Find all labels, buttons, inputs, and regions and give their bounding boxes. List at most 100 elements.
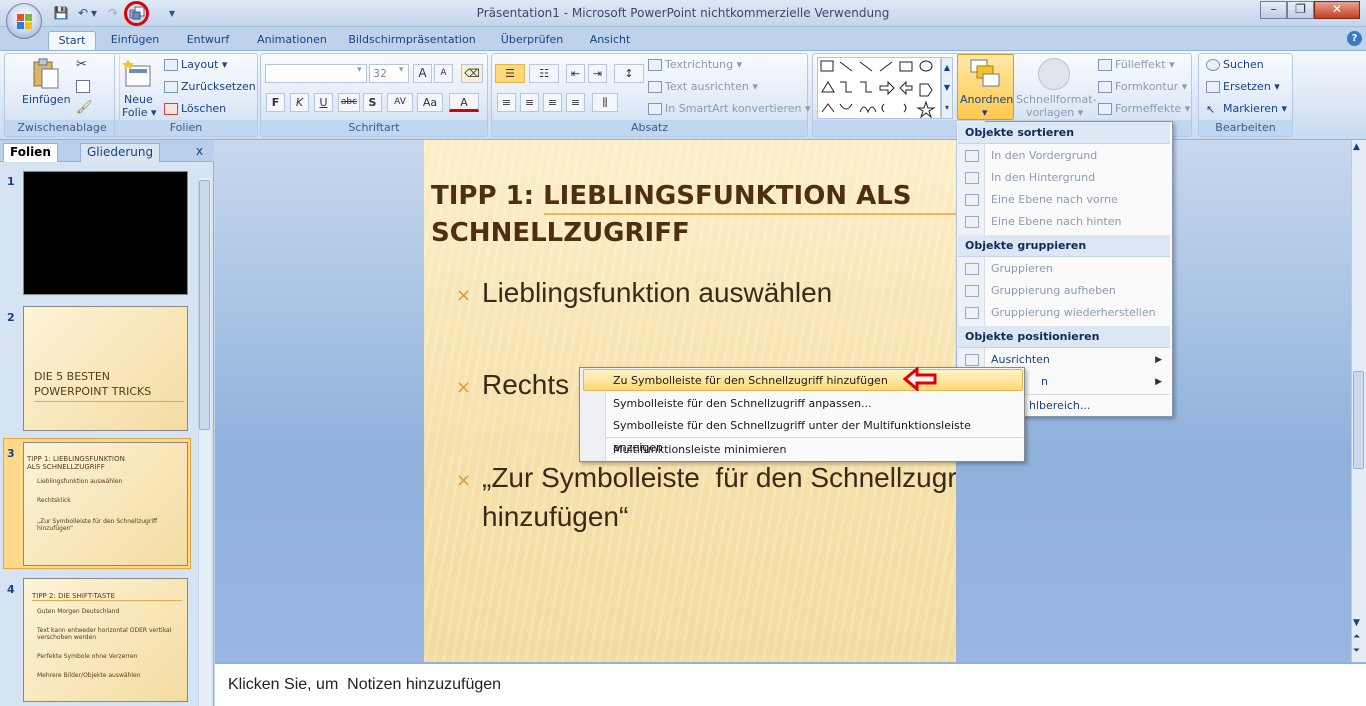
shape-outline-button[interactable]: Formkontur ▾ [1098,80,1187,93]
replace-button[interactable]: Ersetzen ▾ [1206,80,1280,93]
tab-bildschirmpraesentation[interactable]: Bildschirmpräsentation [346,31,478,51]
customize-qat-icon[interactable]: ▾ [166,4,178,22]
slide-bullet-1[interactable]: Lieblingsfunktion auswählen [482,277,832,309]
slide-bullet-2[interactable]: Rechts [482,369,569,401]
tab-outline-pane[interactable]: Gliederung [80,143,161,162]
columns-icon[interactable]: ⫼ [592,93,618,112]
slide-title[interactable]: TIPP 1: LIEBLINGSFUNKTION ALS SCHNELLZUG… [431,178,956,252]
align-right-icon[interactable]: ≡ [543,93,562,112]
shape-outline-label: Formkontur ▾ [1115,80,1188,93]
quick-styles-label[interactable]: Schnellformat- [1016,93,1097,106]
format-painter-icon[interactable]: 🖌 [76,100,93,115]
slide-scroll-thumb[interactable] [1353,371,1364,469]
align-text-button[interactable]: Text ausrichten ▾ [648,80,758,93]
menu-header-group: Objekte gruppieren [958,235,1170,257]
shape-effects-button[interactable]: Formeffekte ▾ [1098,102,1190,115]
menu-item-bring-to-front[interactable]: In den Vordergrund [958,145,1170,167]
office-button[interactable] [6,3,42,39]
submenu-arrow-icon: ▶ [1155,355,1162,365]
slide-thumbnail-2[interactable]: DIE 5 BESTEN POWERPOINT TRICKS [23,306,188,431]
grow-font-button[interactable]: A [413,64,432,83]
previous-slide-icon[interactable]: ⏶ [1353,632,1360,642]
new-slide-button[interactable]: Neue [124,93,153,106]
thumbnail-bullet: Rechtsklick [37,497,71,504]
menu-item-send-backward[interactable]: Eine Ebene nach hinten [958,211,1170,233]
paste-button[interactable]: Einfügen [22,93,71,106]
save-icon[interactable]: 💾 [52,4,70,22]
decrease-indent-icon[interactable]: ⇤ [566,64,585,83]
align-center-icon[interactable]: ≡ [520,93,539,112]
menu-item-send-to-back[interactable]: In den Hintergrund [958,167,1170,189]
line-spacing-icon[interactable]: ↕ [614,64,644,83]
tab-entwurf[interactable]: Entwurf [180,31,236,51]
slide-bullet-3[interactable]: „Zur Symbolleiste für den Schnellzugriff [482,462,956,494]
clear-format-icon[interactable]: ⌫ [461,64,483,83]
slide-thumbnail-3[interactable]: TIPP 1: LIEBLINGSFUNKTION ALS SCHNELLZUG… [23,442,188,566]
layout-label: Layout ▾ [181,58,228,71]
scroll-down-icon[interactable]: ▼ [1353,618,1360,628]
numbering-icon[interactable]: ☷ [529,64,559,83]
tab-start[interactable]: Start [48,31,96,51]
pane-close-icon[interactable]: x [196,144,203,158]
delete-slide-button[interactable]: Löschen [164,102,226,115]
menu-item-regroup[interactable]: Gruppierung wiederherstellen [958,302,1170,324]
slide-thumbnail-1[interactable] [23,171,188,295]
tab-slides-pane[interactable]: Folien [3,143,58,162]
italic-button[interactable]: K [290,93,309,112]
menu-item-minimize-ribbon[interactable]: Multifunktionsleiste minimieren [605,439,1023,461]
increase-indent-icon[interactable]: ⇥ [588,64,607,83]
minimize-button[interactable]: – [1260,1,1287,19]
convert-smartart-button[interactable]: In SmartArt konvertieren ▾ [648,102,811,115]
menu-item-customize-qat[interactable]: Symbolleiste für den Schnellzugriff anpa… [605,393,1023,415]
font-name-dropdown-icon[interactable]: ▾ [357,65,362,75]
font-color-button[interactable]: A [449,93,479,112]
change-case-button[interactable]: Aa [417,93,443,112]
font-size-dropdown-icon[interactable]: ▾ [399,65,404,75]
undo-dropdown-icon[interactable]: ▾ [89,4,99,22]
bullets-icon[interactable]: ☰ [495,64,525,83]
slide-bullet-3-continued[interactable]: hinzufügen“ [482,501,628,533]
shape-fill-button[interactable]: Fülleffekt ▾ [1098,58,1175,71]
menu-item-ungroup[interactable]: Gruppierung aufheben [958,280,1170,302]
close-button[interactable]: ✕ [1314,1,1360,19]
menu-item-add-to-qat[interactable]: Zu Symbolleiste für den Schnellzugriff h… [583,369,1023,391]
tab-einfuegen[interactable]: Einfügen [104,31,166,51]
strikethrough-button[interactable]: abc [338,93,360,112]
tab-ueberpruefen[interactable]: Überprüfen [494,31,570,51]
justify-icon[interactable]: ≡ [566,93,585,112]
layout-button[interactable]: Layout ▾ [164,58,227,71]
notes-placeholder[interactable]: Klicken Sie, um Notizen hinzuzufügen [228,676,501,694]
scroll-up-icon[interactable]: ▲ [1353,142,1360,152]
quick-styles-dropdown[interactable]: vorlagen ▾ [1026,106,1083,119]
tab-ansicht[interactable]: Ansicht [584,31,636,51]
reset-button[interactable]: Zurücksetzen [164,80,256,93]
shadow-button[interactable]: S [363,93,382,112]
menu-item-bring-forward[interactable]: Eine Ebene nach vorne [958,189,1170,211]
send-backward-icon [965,216,979,228]
restore-button[interactable]: ❐ [1287,1,1314,19]
tab-animationen[interactable]: Animationen [252,31,332,51]
font-name-combo[interactable] [265,64,367,83]
new-slide-dropdown[interactable]: Folie ▾ [122,106,157,119]
menu-item-show-qat-below[interactable]: Symbolleiste für den Schnellzugriff unte… [605,415,1023,454]
align-left-icon[interactable]: ≡ [497,93,516,112]
next-slide-icon[interactable]: ⏷ [1353,646,1360,656]
menu-item-label: Eine Ebene nach vorne [991,193,1118,206]
help-icon[interactable]: ? [1347,31,1362,46]
slides-pane-scroll-thumb[interactable] [199,180,210,430]
cut-icon[interactable]: ✂ [76,57,87,72]
shapes-gallery[interactable] [817,57,941,119]
find-button[interactable]: Suchen [1206,58,1264,71]
bold-button[interactable]: F [266,93,285,112]
group-label-paragraph: Absatz [492,120,807,136]
shrink-font-button[interactable]: A [434,64,453,83]
shapes-gallery-scroll[interactable]: ▲ ▼ ▾ [941,57,953,119]
select-button[interactable]: ↖ Markieren ▾ [1206,102,1287,116]
copy-icon[interactable] [76,80,90,93]
slide-thumbnail-4[interactable]: TIPP 2: DIE SHIFT-TASTE Guten Morgen Deu… [23,578,188,702]
text-direction-button[interactable]: Textrichtung ▾ [648,58,742,71]
redo-icon[interactable]: ↷ [104,4,122,22]
menu-item-group[interactable]: Gruppieren [958,258,1170,280]
character-spacing-button[interactable]: AV [387,93,413,112]
underline-button[interactable]: U [314,93,333,112]
